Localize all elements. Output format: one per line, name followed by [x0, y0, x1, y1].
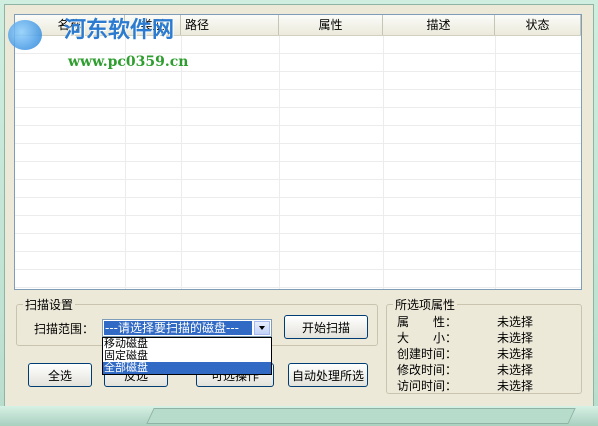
window-bottom-bar — [0, 406, 598, 426]
prop-key: 创建时间： — [397, 347, 458, 361]
table-row[interactable] — [15, 90, 581, 108]
table-row[interactable] — [15, 72, 581, 90]
prop-value: 未选择 — [497, 379, 534, 393]
table-row[interactable] — [15, 162, 581, 180]
prop-value: 未选择 — [497, 331, 534, 345]
column-divider — [125, 36, 126, 289]
scan-range-select[interactable]: ---请选择要扫描的磁盘--- — [102, 319, 272, 337]
prop-value: 未选择 — [497, 315, 534, 329]
scan-range-dropdown[interactable]: 移动磁盘 固定磁盘 全部磁盘 — [102, 337, 272, 375]
option-all-disks[interactable]: 全部磁盘 — [103, 362, 271, 374]
column-header-attributes[interactable]: 属性 — [279, 15, 383, 35]
table-row[interactable] — [15, 108, 581, 126]
prop-key: 访问时间： — [397, 379, 458, 393]
prop-row-modified: 修改时间： 未选择 — [387, 361, 567, 377]
select-all-button[interactable]: 全选 — [28, 363, 92, 387]
table-row[interactable] — [15, 234, 581, 252]
scan-settings-label: 扫描设置 — [23, 296, 76, 313]
scan-range-label: 扫描范围： — [34, 322, 95, 336]
watermark-url: www.pc0359.cn — [68, 54, 189, 70]
table-row[interactable] — [15, 252, 581, 270]
bottom-decoration — [146, 408, 576, 424]
watermark-title: 河东软件网 — [64, 17, 175, 43]
table-row[interactable] — [15, 144, 581, 162]
prop-row-created: 创建时间： 未选择 — [387, 345, 567, 361]
prop-value: 未选择 — [497, 363, 534, 377]
column-divider — [279, 36, 280, 289]
prop-key: 修改时间： — [397, 363, 458, 377]
column-divider — [181, 36, 182, 289]
prop-row-size: 大 小： 未选择 — [387, 329, 567, 345]
auto-process-button[interactable]: 自动处理所选 — [288, 363, 368, 387]
table-row[interactable] — [15, 270, 581, 288]
table-row[interactable] — [15, 198, 581, 216]
column-divider — [383, 36, 384, 289]
prop-row-attributes: 属 性： 未选择 — [387, 313, 567, 329]
table-row[interactable] — [15, 126, 581, 144]
start-scan-button[interactable]: 开始扫描 — [284, 315, 368, 339]
column-header-path[interactable]: 路径 — [181, 15, 279, 35]
watermark-logo — [8, 20, 42, 50]
prop-key: 属 性： — [397, 315, 458, 329]
selected-properties-group: 所选项属性 属 性： 未选择 大 小： 未选择 创建时间： 未选择 修改时间： … — [386, 296, 582, 394]
column-header-description[interactable]: 描述 — [383, 15, 495, 35]
column-divider — [495, 36, 496, 289]
prop-row-accessed: 访问时间： 未选择 — [387, 377, 567, 393]
scan-range-value: ---请选择要扫描的磁盘--- — [104, 321, 252, 335]
column-header-status[interactable]: 状态 — [495, 15, 581, 35]
list-rows — [15, 36, 581, 289]
prop-key: 大 小： — [397, 331, 458, 345]
prop-value: 未选择 — [497, 347, 534, 361]
selected-properties-label: 所选项属性 — [393, 296, 458, 313]
chevron-down-icon[interactable] — [254, 321, 270, 335]
table-row[interactable] — [15, 180, 581, 198]
table-row[interactable] — [15, 216, 581, 234]
